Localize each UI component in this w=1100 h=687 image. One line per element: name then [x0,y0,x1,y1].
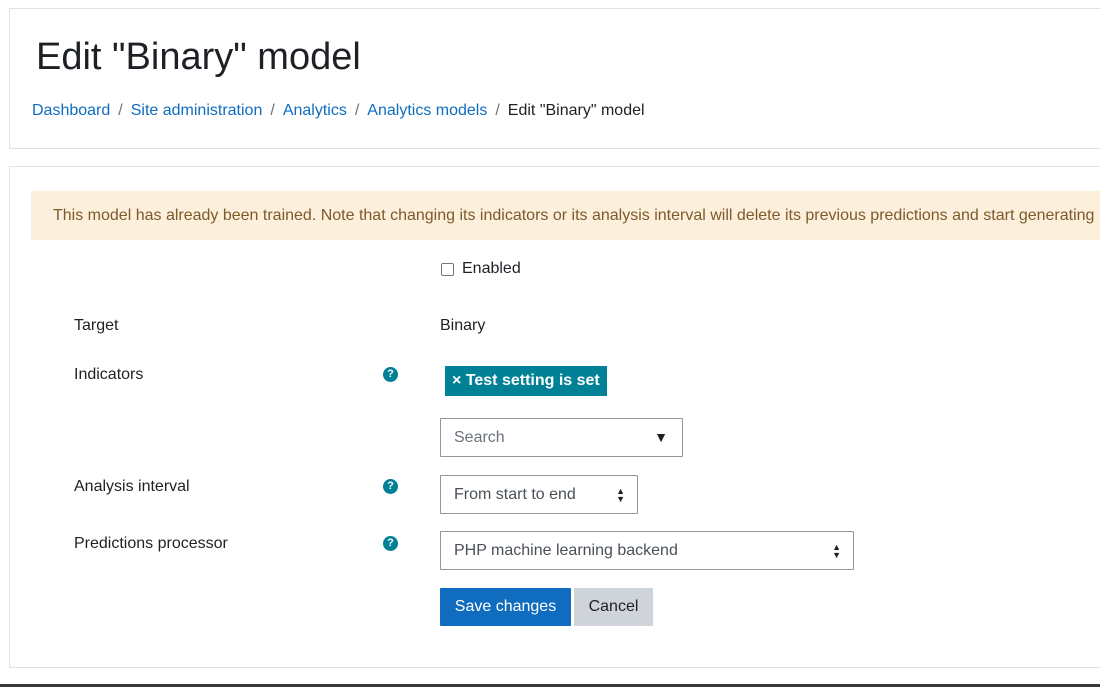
breadcrumb-dashboard[interactable]: Dashboard [32,102,110,120]
trained-model-warning: This model has already been trained. Not… [31,191,1100,240]
breadcrumb-analytics[interactable]: Analytics [283,102,347,120]
enabled-checkbox-row[interactable]: Enabled [441,260,521,278]
indicators-help-icon[interactable]: ? [383,367,398,382]
page-title: Edit "Binary" model [36,36,361,78]
target-value: Binary [440,317,486,334]
breadcrumb-separator: / [118,102,123,119]
select-updown-icon: ▲ ▼ [832,541,841,560]
predictions-processor-help-icon[interactable]: ? [383,536,398,551]
breadcrumb-current: Edit "Binary" model [507,102,645,119]
dropdown-arrow-icon[interactable]: ▼ [654,429,668,445]
breadcrumb: Dashboard / Site administration / Analyt… [32,102,645,120]
indicator-tag-test-setting[interactable]: × Test setting is set [445,366,607,396]
target-label: Target [74,317,119,334]
main-content: This model has already been trained. Not… [9,166,1100,668]
analysis-interval-help-icon[interactable]: ? [383,479,398,494]
enabled-label: Enabled [462,260,521,277]
enabled-checkbox[interactable] [441,262,454,276]
predictions-processor-value: PHP machine learning backend [454,542,678,559]
select-updown-icon: ▲ ▼ [616,485,625,504]
analysis-interval-label: Analysis interval [74,478,190,495]
analysis-interval-value: From start to end [454,486,576,503]
breadcrumb-analytics-models[interactable]: Analytics models [367,102,487,120]
page-header: Edit "Binary" model Dashboard / Site adm… [9,8,1100,149]
cancel-button[interactable]: Cancel [574,588,653,626]
indicators-search-input[interactable]: Search ▼ [440,418,683,457]
search-placeholder: Search [454,428,505,446]
save-changes-button[interactable]: Save changes [440,588,571,626]
predictions-processor-label: Predictions processor [74,535,228,552]
breadcrumb-separator: / [495,102,500,119]
breadcrumb-site-administration[interactable]: Site administration [131,102,263,120]
predictions-processor-select[interactable]: PHP machine learning backend ▲ ▼ [440,531,854,570]
analysis-interval-select[interactable]: From start to end ▲ ▼ [440,475,638,514]
indicators-label: Indicators [74,366,144,383]
breadcrumb-separator: / [270,102,275,119]
breadcrumb-separator: / [354,102,360,119]
